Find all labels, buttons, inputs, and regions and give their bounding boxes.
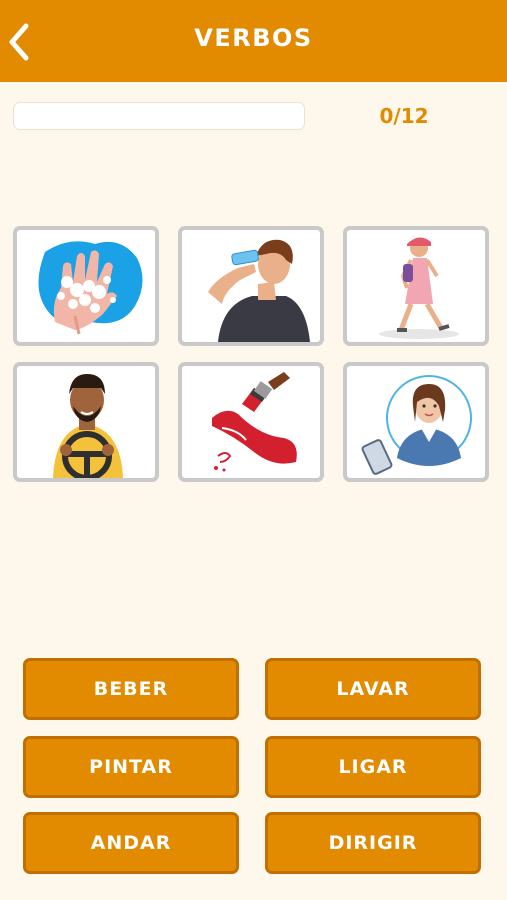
answer-button-andar[interactable]: ANDAR: [23, 812, 239, 874]
progress-bar: [13, 102, 305, 130]
card-paint-brush[interactable]: [178, 362, 324, 482]
progress-counter: 0/12: [379, 104, 429, 128]
answer-button-lavar[interactable]: LAVAR: [265, 658, 481, 720]
answer-button-beber[interactable]: BEBER: [23, 658, 239, 720]
card-washing-hands[interactable]: [13, 226, 159, 346]
answer-button-ligar[interactable]: LIGAR: [265, 736, 481, 798]
card-woman-phone[interactable]: [343, 362, 489, 482]
page-title: VERBOS: [194, 24, 313, 52]
answer-button-dirigir[interactable]: DIRIGIR: [265, 812, 481, 874]
washing-hands-illustration: [38, 241, 143, 335]
paint-brush-illustration: [212, 372, 297, 472]
card-woman-walking[interactable]: [343, 226, 489, 346]
card-man-driving[interactable]: [13, 362, 159, 482]
man-driving-steering-wheel-illustration: [53, 374, 123, 478]
woman-walking-illustration: [379, 237, 459, 339]
woman-phone-call-illustration: [361, 375, 472, 475]
header-bar: VERBOS: [0, 0, 507, 82]
man-drinking-water-illustration: [208, 239, 310, 342]
card-drinking-water[interactable]: [178, 226, 324, 346]
answer-button-pintar[interactable]: PINTAR: [23, 736, 239, 798]
